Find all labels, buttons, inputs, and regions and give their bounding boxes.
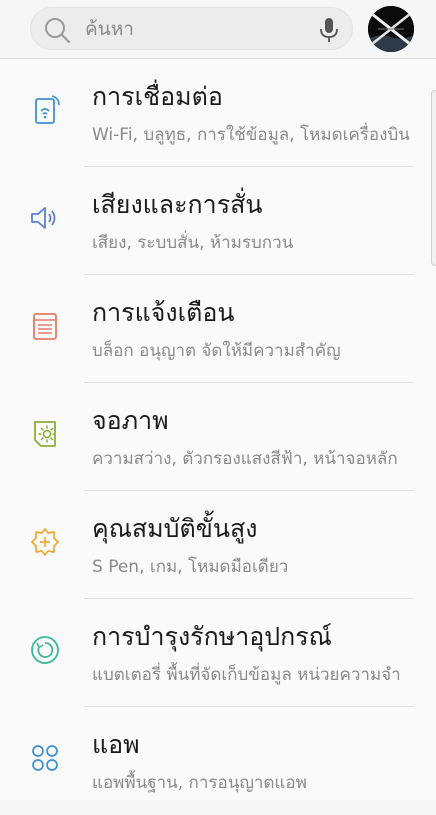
settings-item-subtitle: เสียง, ระบบสั่น, ห้ามรบกวน — [92, 233, 294, 253]
settings-item-device-maintenance[interactable]: การบำรุงรักษาอุปกรณ์ แบตเตอรี่ พื้นที่จั… — [0, 599, 436, 707]
settings-item-subtitle: แอพพื้นฐาน, การอนุญาตแอพ — [92, 773, 307, 793]
connections-icon — [35, 95, 60, 124]
notifications-icon — [33, 313, 57, 340]
sound-icon — [31, 207, 56, 229]
settings-item-display[interactable]: จอภาพ ความสว่าง, ตัวกรองแสงสีฟ้า, หน้าจอ… — [0, 383, 436, 491]
settings-item-subtitle: แบตเตอรี่ พื้นที่จัดเก็บข้อมูล หน่วยความ… — [92, 665, 401, 685]
display-icon — [34, 421, 56, 447]
search-icon — [45, 18, 71, 44]
microphone-icon[interactable] — [318, 17, 340, 43]
settings-item-subtitle: บล็อก อนุญาต จัดให้มีความสำคัญ — [92, 341, 341, 361]
settings-item-advanced-features[interactable]: คุณสมบัติขั้นสูง S Pen, เกม, โหมดมือเดีย… — [0, 491, 436, 599]
search-bar[interactable] — [30, 7, 353, 50]
device-maintenance-icon — [31, 636, 59, 664]
settings-list: การเชื่อมต่อ Wi-Fi, บลูทูธ, การใช้ข้อมูล… — [0, 59, 436, 800]
settings-item-title: เสียงและการสั่น — [92, 190, 263, 219]
settings-item-sounds[interactable]: เสียงและการสั่น เสียง, ระบบสั่น, ห้ามรบก… — [0, 167, 436, 275]
top-bar — [0, 0, 436, 58]
search-input[interactable] — [85, 12, 305, 46]
settings-item-title: การเชื่อมต่อ — [92, 82, 223, 111]
settings-item-title: แอพ — [92, 730, 140, 759]
settings-item-notifications[interactable]: การแจ้งเตือน บล็อก อนุญาต จัดให้มีความสำ… — [0, 275, 436, 383]
settings-item-title: คุณสมบัติขั้นสูง — [92, 514, 258, 543]
settings-item-connections[interactable]: การเชื่อมต่อ Wi-Fi, บลูทูธ, การใช้ข้อมูล… — [0, 59, 436, 167]
avatar-image — [368, 6, 414, 52]
settings-item-apps[interactable]: แอพ แอพพื้นฐาน, การอนุญาตแอพ — [0, 707, 436, 815]
settings-item-subtitle: Wi-Fi, บลูทูธ, การใช้ข้อมูล, โหมดเครื่อง… — [92, 125, 410, 145]
settings-item-title: การแจ้งเตือน — [92, 298, 235, 327]
settings-item-subtitle: S Pen, เกม, โหมดมือเดียว — [92, 557, 289, 577]
settings-item-title: จอภาพ — [92, 406, 169, 435]
scrollbar[interactable] — [431, 90, 436, 266]
avatar[interactable] — [368, 6, 414, 52]
advanced-features-icon — [31, 528, 59, 556]
settings-item-title: การบำรุงรักษาอุปกรณ์ — [92, 622, 332, 651]
apps-icon — [32, 745, 58, 771]
settings-item-subtitle: ความสว่าง, ตัวกรองแสงสีฟ้า, หน้าจอหลัก — [92, 449, 398, 469]
